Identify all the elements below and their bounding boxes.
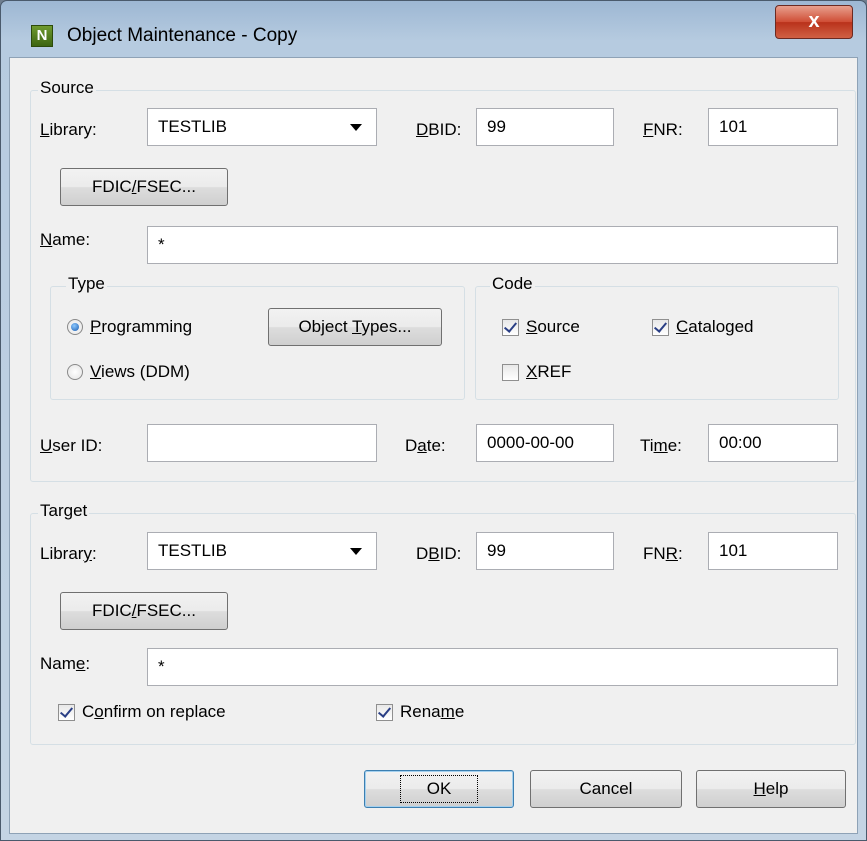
target-name-label: Name:	[40, 654, 91, 673]
time-input[interactable]: 00:00	[708, 424, 838, 462]
source-name-label: Name:	[40, 230, 91, 249]
source-name-input[interactable]: *	[147, 226, 838, 264]
chevron-down-icon[interactable]	[350, 124, 362, 131]
source-library-value: TESTLIB	[158, 117, 227, 136]
target-library-value: TESTLIB	[158, 541, 227, 560]
window-title: Object Maintenance - Copy	[67, 25, 298, 46]
code-cataloged-label[interactable]: Cataloged	[676, 317, 754, 337]
source-library-combo[interactable]: TESTLIB	[147, 108, 377, 146]
userid-label: User ID:	[40, 436, 103, 455]
ok-button-label: OK	[399, 775, 479, 803]
rename-checkbox[interactable]	[376, 704, 393, 721]
cancel-button[interactable]: Cancel	[530, 770, 682, 808]
target-dbid-input[interactable]: 99	[476, 532, 614, 570]
rename-label[interactable]: Rename	[400, 702, 464, 722]
target-library-combo[interactable]: TESTLIB	[147, 532, 377, 570]
date-input[interactable]: 0000-00-00	[476, 424, 614, 462]
source-legend: Source	[38, 78, 96, 98]
target-name-input[interactable]: *	[147, 648, 838, 686]
code-group	[475, 286, 839, 400]
title-bar[interactable]: N Object Maintenance - Copy x	[1, 1, 866, 57]
source-fnr-label: FNR:	[643, 120, 683, 139]
object-types-button[interactable]: Object Types...	[268, 308, 442, 346]
dialog-window: N Object Maintenance - Copy x Source Lib…	[0, 0, 867, 841]
dialog-client-area: Source Library: TESTLIB DBID: 99 FNR: 10…	[9, 57, 858, 834]
target-fdic-fsec-button[interactable]: FDIC/FSEC...	[60, 592, 228, 630]
code-source-label[interactable]: Source	[526, 317, 580, 337]
source-fnr-input[interactable]: 101	[708, 108, 838, 146]
target-dbid-label: DBID:	[416, 544, 462, 563]
views-ddm-label[interactable]: Views (DDM)	[90, 362, 190, 382]
programming-radio[interactable]	[67, 319, 83, 335]
source-fdic-fsec-button[interactable]: FDIC/FSEC...	[60, 168, 228, 206]
target-legend: Target	[38, 501, 90, 521]
confirm-replace-label[interactable]: Confirm on replace	[82, 702, 226, 722]
target-fnr-input[interactable]: 101	[708, 532, 838, 570]
close-icon: x	[808, 10, 820, 32]
source-dbid-label: DBID:	[416, 120, 462, 139]
close-button[interactable]: x	[775, 5, 853, 39]
ok-button[interactable]: OK	[364, 770, 514, 808]
code-cataloged-checkbox[interactable]	[652, 319, 669, 336]
target-library-label: Library:	[40, 544, 97, 563]
code-legend: Code	[490, 274, 535, 294]
source-library-label: Library:	[40, 120, 97, 139]
help-button[interactable]: Help	[696, 770, 846, 808]
source-dbid-input[interactable]: 99	[476, 108, 614, 146]
programming-label[interactable]: Programming	[90, 317, 192, 337]
views-ddm-radio[interactable]	[67, 364, 83, 380]
code-source-checkbox[interactable]	[502, 319, 519, 336]
code-xref-label[interactable]: XREF	[526, 362, 571, 382]
date-label: Date:	[405, 436, 446, 455]
type-legend: Type	[66, 274, 107, 294]
userid-input[interactable]	[147, 424, 377, 462]
code-xref-checkbox[interactable]	[502, 364, 519, 381]
time-label: Time:	[640, 436, 682, 455]
target-fnr-label: FNR:	[643, 544, 683, 563]
confirm-replace-checkbox[interactable]	[58, 704, 75, 721]
chevron-down-icon[interactable]	[350, 548, 362, 555]
natural-app-icon: N	[31, 25, 53, 47]
